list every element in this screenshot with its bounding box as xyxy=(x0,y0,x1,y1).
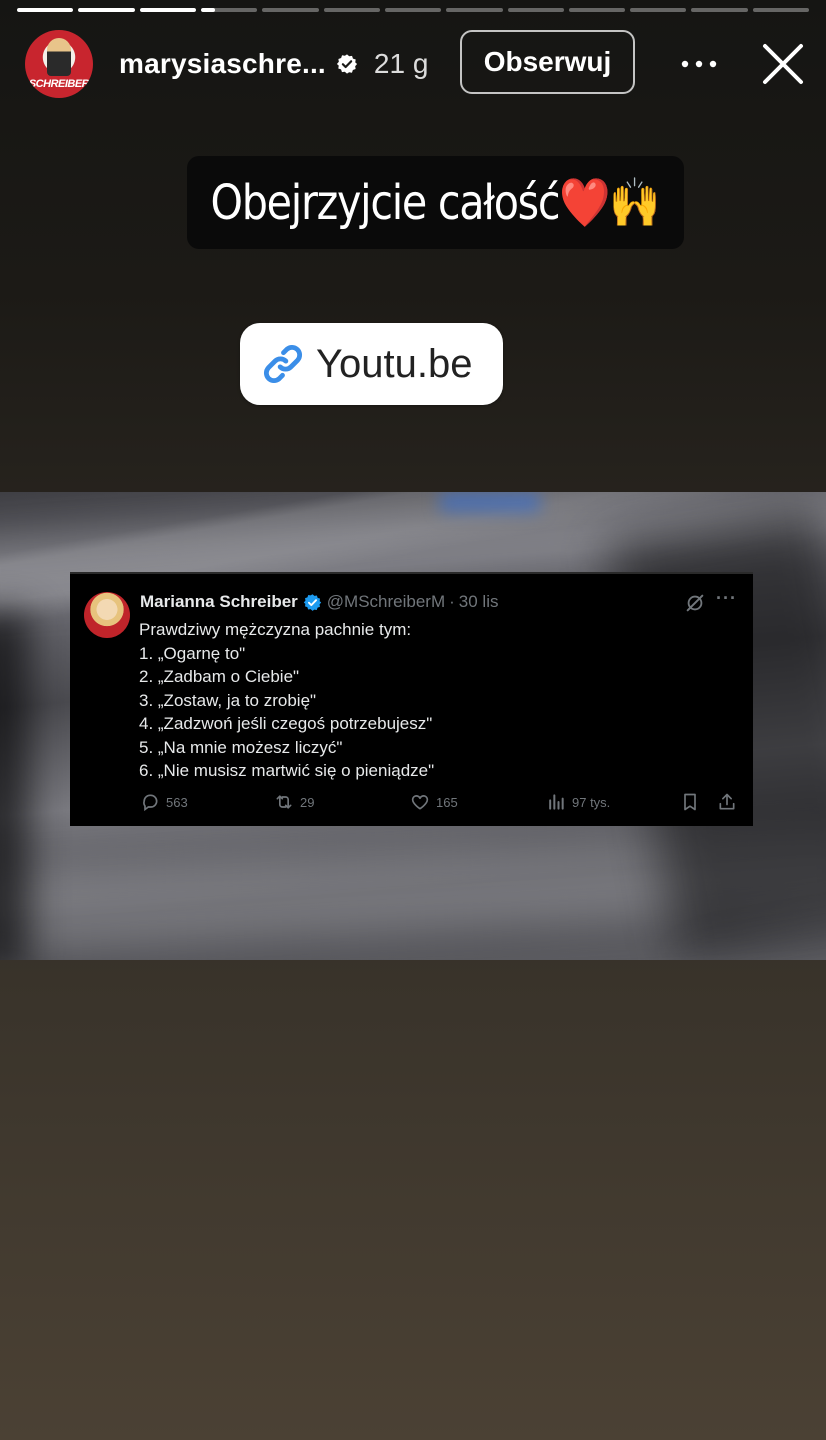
story-bottom-background xyxy=(0,960,826,1440)
tweet-handle: @MSchreiberM xyxy=(326,592,446,611)
grok-icon xyxy=(686,594,704,612)
verified-badge-icon xyxy=(336,54,358,74)
avatar-logo-text: SCHREIBER xyxy=(28,78,90,90)
share-icon xyxy=(719,793,735,810)
tweet-separator: · xyxy=(449,592,455,611)
story-progress-bar xyxy=(17,8,810,12)
caption-words: Obejrzyjcie całość xyxy=(211,175,561,231)
avatar[interactable]: SCHREIBER xyxy=(25,30,93,98)
story-header: SCHREIBER marysiaschre... 21 g Obserwuj xyxy=(25,30,806,98)
link-sticker[interactable]: Youtu.be xyxy=(240,323,503,405)
tweet-replies: 563 xyxy=(140,792,188,812)
tweet-views-count: 97 tys. xyxy=(572,794,611,810)
story-progress-segment xyxy=(17,8,74,12)
tweet-screenshot: Marianna Schreiber @MSchreiberM · 30 lis… xyxy=(70,572,753,826)
tweet-retweets-count: 29 xyxy=(300,794,315,810)
link-icon xyxy=(263,344,303,384)
tweet-more-icon: ··· xyxy=(716,588,737,608)
tweet-avatar xyxy=(84,592,130,638)
story-progress-segment xyxy=(78,8,135,12)
tweet-actions: 563 29 165 97 tys. xyxy=(140,792,740,816)
story-progress-segment xyxy=(384,8,442,12)
tweet-line: 6. „Nie musisz martwić się o pieniądze" xyxy=(139,761,435,780)
more-dots xyxy=(681,60,717,68)
bookmark-icon xyxy=(684,793,696,811)
follow-button[interactable]: Obserwuj xyxy=(460,30,635,94)
story-progress-segment xyxy=(691,8,748,12)
story-progress-segment xyxy=(262,8,319,12)
avatar-figure xyxy=(47,38,71,76)
tweet-line: 2. „Zadbam o Ciebie" xyxy=(139,667,300,686)
tweet-line: Prawdziwy mężczyzna pachnie tym: xyxy=(139,620,412,639)
reply-icon xyxy=(143,794,158,812)
views-chart-icon xyxy=(549,794,564,810)
tweet-likes-count: 165 xyxy=(436,794,458,810)
story-progress-segment xyxy=(507,8,564,12)
tweet-line: 1. „Ogarnę to" xyxy=(139,643,246,663)
tweet-verified-icon xyxy=(303,593,321,611)
story-progress-segment xyxy=(446,8,503,12)
story-progress-fill xyxy=(139,8,196,12)
story-progress-segment xyxy=(752,8,810,12)
tweet-date: 30 lis xyxy=(458,592,499,611)
story-progress-segment xyxy=(323,8,380,12)
tweet-views: 97 tys. xyxy=(546,792,610,812)
tweet-body: Prawdziwy mężczyzna pachnie tym: 1. „Oga… xyxy=(139,618,434,783)
blur-highlight xyxy=(440,492,540,512)
tweet-line: 5. „Na mnie możesz liczyć" xyxy=(139,737,343,757)
post-time: 21 g xyxy=(373,48,429,79)
story-progress-fill xyxy=(17,8,74,12)
story-progress-fill xyxy=(78,8,135,12)
caption-emoji: ❤️🙌 xyxy=(559,175,662,231)
tweet-likes: 165 xyxy=(410,792,458,812)
caption-text: Obejrzyjcie całość❤️🙌 xyxy=(211,174,662,231)
story-progress-segment xyxy=(630,8,687,12)
retweet-icon xyxy=(276,795,292,809)
link-label: Youtu.be xyxy=(316,341,473,386)
close-icon[interactable] xyxy=(761,42,805,86)
story-progress-segment xyxy=(200,8,258,12)
tweet-header: Marianna Schreiber @MSchreiberM · 30 lis xyxy=(140,592,498,612)
tweet-retweets: 29 xyxy=(274,792,314,812)
username[interactable]: marysiaschre... xyxy=(119,48,326,80)
more-options-icon[interactable] xyxy=(679,44,719,84)
story-progress-segment xyxy=(139,8,196,12)
story-progress-segment xyxy=(568,8,626,12)
tweet-replies-count: 563 xyxy=(166,794,188,810)
blur-shadow xyxy=(0,612,30,960)
tweet-line: 3. „Zostaw, ja to zrobię" xyxy=(139,690,317,710)
tweet-line: 4. „Zadzwoń jeśli czegoś potrzebujesz" xyxy=(139,714,433,733)
story-caption: Obejrzyjcie całość❤️🙌 xyxy=(187,156,684,249)
tweet-author-name: Marianna Schreiber xyxy=(140,592,298,611)
heart-icon xyxy=(411,795,429,810)
story-progress-fill xyxy=(200,8,216,12)
